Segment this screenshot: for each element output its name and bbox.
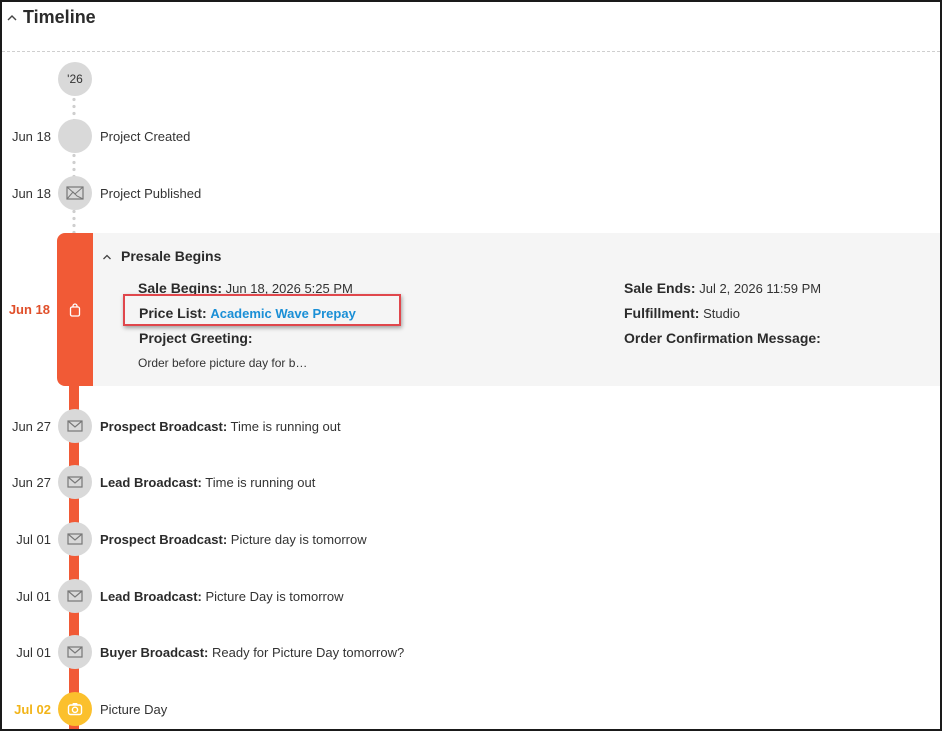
broadcast-date: Jul 01 — [16, 532, 51, 547]
broadcast-text: Ready for Picture Day tomorrow? — [212, 645, 405, 660]
broadcast-date: Jul 01 — [16, 645, 51, 660]
order-confirmation-field: Order Confirmation Message: — [624, 330, 821, 346]
presale-marker — [57, 233, 93, 386]
chevron-up-icon[interactable] — [6, 12, 18, 24]
fulfillment-value: Studio — [703, 306, 740, 321]
order-confirmation-key: Order Confirmation Message: — [624, 330, 821, 346]
sale-ends-field: Sale Ends: Jul 2, 2026 11:59 PM — [624, 280, 821, 296]
project-greeting-key: Project Greeting: — [139, 330, 253, 346]
broadcast-text: Time is running out — [205, 475, 316, 490]
broadcast-label: Prospect Broadcast: Time is running out — [100, 419, 341, 434]
broadcast-date: Jun 27 — [11, 475, 51, 490]
broadcast-date: Jul 01 — [16, 589, 51, 604]
broadcast-label: Buyer Broadcast: Ready for Picture Day t… — [100, 645, 404, 660]
timeline-dotted-line — [72, 96, 76, 233]
event-date: Jun 18 — [11, 129, 51, 144]
year-label: '26 — [67, 72, 83, 86]
broadcast-label: Prospect Broadcast: Picture day is tomor… — [100, 532, 367, 547]
section-title: Timeline — [23, 7, 96, 27]
broadcast-type: Lead Broadcast: — [100, 475, 202, 490]
presale-title: Presale Begins — [121, 248, 222, 264]
broadcast-label: Lead Broadcast: Picture Day is tomorrow — [100, 589, 343, 604]
event-label: Project Created — [100, 129, 191, 144]
camera-icon — [58, 692, 92, 726]
timeline-window: Timeline '26 Jun 18 Project Created Jun … — [0, 0, 942, 731]
highlight-box — [123, 294, 401, 326]
image-icon — [58, 176, 92, 210]
broadcast-text: Picture Day is tomorrow — [205, 589, 344, 604]
envelope-icon — [58, 409, 92, 443]
presale-date: Jun 18 — [8, 302, 50, 317]
broadcast-type: Prospect Broadcast: — [100, 419, 228, 434]
broadcast-label: Lead Broadcast: Time is running out — [100, 475, 315, 490]
project-greeting-field: Project Greeting: — [139, 330, 253, 346]
broadcast-date: Jun 27 — [11, 419, 51, 434]
chevron-up-icon[interactable] — [102, 252, 112, 262]
sale-ends-key: Sale Ends: — [624, 280, 696, 296]
broadcast-type: Prospect Broadcast: — [100, 532, 228, 547]
envelope-icon — [58, 579, 92, 613]
picture-day-label: Picture Day — [100, 702, 168, 717]
blank-circle-icon — [58, 119, 92, 153]
broadcast-type: Buyer Broadcast: — [100, 645, 209, 660]
envelope-icon — [58, 465, 92, 499]
year-marker: '26 — [58, 62, 92, 96]
event-date: Jun 18 — [11, 186, 51, 201]
shopping-bag-icon — [69, 302, 81, 317]
broadcast-text: Picture day is tomorrow — [230, 532, 367, 547]
fulfillment-field: Fulfillment: Studio — [624, 305, 740, 321]
envelope-icon — [58, 635, 92, 669]
broadcast-text: Time is running out — [230, 419, 341, 434]
event-label: Project Published — [100, 186, 202, 201]
broadcast-type: Lead Broadcast: — [100, 589, 202, 604]
timeline-header: Timeline — [2, 2, 940, 52]
sale-ends-value: Jul 2, 2026 11:59 PM — [699, 281, 822, 296]
picture-day-date: Jul 02 — [14, 702, 51, 717]
project-greeting-value: Order before picture day for b… — [138, 356, 308, 370]
fulfillment-key: Fulfillment: — [624, 305, 700, 321]
envelope-icon — [58, 522, 92, 556]
